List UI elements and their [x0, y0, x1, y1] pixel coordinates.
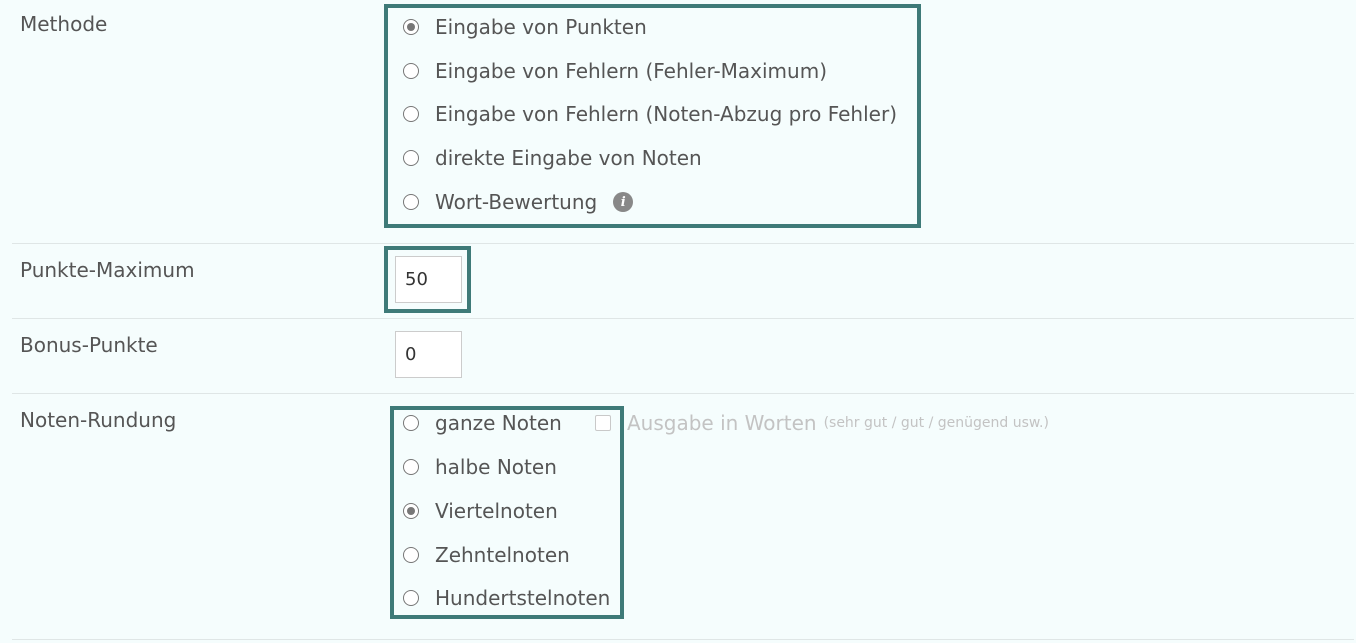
radio-button[interactable] [403, 547, 419, 563]
radio-button[interactable] [403, 150, 419, 166]
ausgabe-in-worten-label: Ausgabe in Worten [627, 411, 817, 435]
option-label: Eingabe von Fehlern (Fehler-Maximum) [435, 59, 828, 83]
radio-button[interactable] [403, 106, 419, 122]
radio-button[interactable] [403, 459, 419, 475]
rundung-option-halbe[interactable]: halbe Noten [384, 455, 557, 479]
option-label: Eingabe von Punkten [435, 15, 647, 39]
option-label: halbe Noten [435, 455, 557, 479]
punkte-maximum-label: Punkte-Maximum [20, 258, 195, 282]
methode-label: Methode [20, 12, 108, 36]
option-label: Zehntelnoten [435, 543, 570, 567]
ausgabe-in-worten-option[interactable]: Ausgabe in Worten (sehr gut / gut / genü… [595, 410, 1049, 436]
info-icon[interactable]: i [613, 192, 634, 212]
option-label: ganze Noten [435, 411, 562, 435]
methode-option-wort-bewertung[interactable]: Wort-Bewertung i [384, 190, 634, 214]
bonus-punkte-label: Bonus-Punkte [20, 333, 158, 357]
methode-option-punkte[interactable]: Eingabe von Punkten [384, 15, 647, 39]
option-label: Wort-Bewertung [435, 190, 598, 214]
noten-rundung-label: Noten-Rundung [20, 408, 177, 432]
rundung-option-viertel[interactable]: Viertelnoten [384, 499, 558, 523]
radio-button[interactable] [403, 503, 419, 519]
radio-button[interactable] [403, 590, 419, 606]
grading-settings-form: Methode Eingabe von Punkten Eingabe von … [0, 0, 1356, 643]
radio-button[interactable] [403, 19, 419, 35]
punkte-maximum-input[interactable] [395, 256, 462, 303]
methode-option-fehler-abzug[interactable]: Eingabe von Fehlern (Noten-Abzug pro Feh… [384, 102, 897, 126]
radio-button[interactable] [403, 63, 419, 79]
rundung-option-ganze[interactable]: ganze Noten [384, 411, 562, 435]
bonus-punkte-row [12, 318, 1354, 394]
methode-option-direkte-noten[interactable]: direkte Eingabe von Noten [384, 146, 702, 170]
option-label: Eingabe von Fehlern (Noten-Abzug pro Feh… [435, 102, 897, 126]
option-label: Hundertstelnoten [435, 586, 611, 610]
rundung-option-hundertstel[interactable]: Hundertstelnoten [384, 586, 610, 610]
bonus-punkte-input[interactable] [395, 331, 462, 378]
punkte-maximum-row [12, 243, 1354, 319]
ausgabe-in-worten-hint: (sehr gut / gut / genügend usw.) [823, 415, 1049, 431]
radio-button[interactable] [403, 415, 419, 431]
radio-button[interactable] [403, 194, 419, 210]
rundung-option-zehntel[interactable]: Zehntelnoten [384, 543, 570, 567]
methode-option-fehler-maximum[interactable]: Eingabe von Fehlern (Fehler-Maximum) [384, 59, 827, 83]
ausgabe-in-worten-checkbox[interactable] [595, 415, 611, 431]
option-label: Viertelnoten [435, 499, 558, 523]
option-label: direkte Eingabe von Noten [435, 146, 702, 170]
